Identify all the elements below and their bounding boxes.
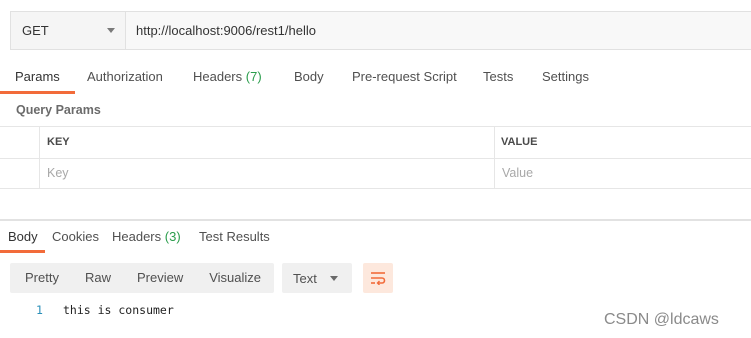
view-pretty-button[interactable]: Pretty [10,263,72,293]
request-tabs: Params Authorization Headers (7) Body Pr… [0,60,751,94]
method-select[interactable]: GET [11,12,126,49]
tab-response-headers-count: (3) [164,229,181,244]
value-input[interactable]: Value [502,158,742,189]
code-line: this is consumer [63,303,174,317]
response-body-editor[interactable]: 1 this is consumer [0,303,400,321]
response-toolbar: Pretty Raw Preview Visualize Text [10,263,394,293]
tab-params[interactable]: Params [0,60,75,94]
view-raw-button[interactable]: Raw [72,263,124,293]
method-label: GET [22,23,49,38]
table-header-row: KEY VALUE [0,127,751,159]
column-divider [494,127,495,158]
view-mode-group: Pretty Raw Preview Visualize [10,263,275,293]
tab-headers-label: Headers [193,69,243,84]
tab-response-body-label: Body [8,229,38,244]
tab-pre-request-script-label: Pre-request Script [352,69,457,84]
tab-settings[interactable]: Settings [542,60,589,94]
view-preview-button[interactable]: Preview [124,263,196,293]
tab-settings-label: Settings [542,69,589,84]
value-column-header: VALUE [501,136,538,148]
tab-response-body[interactable]: Body [0,223,45,253]
wrap-lines-icon [371,272,386,285]
response-tabs: Body Cookies Headers (3) Test Results [0,223,751,253]
tab-cookies[interactable]: Cookies [52,223,99,253]
column-divider [39,158,40,189]
chevron-down-icon [107,28,115,33]
table-row: Key Value [0,158,751,189]
query-params-title: Query Params [16,103,101,117]
column-divider [39,127,40,158]
tab-headers[interactable]: Headers (7) [193,60,262,94]
tab-body-label: Body [294,69,324,84]
tab-pre-request-script[interactable]: Pre-request Script [352,60,457,94]
column-divider [494,158,495,189]
language-label: Text [293,270,317,286]
tab-cookies-label: Cookies [52,229,99,244]
language-select[interactable]: Text [282,263,353,293]
query-params-table: KEY VALUE Key Value [0,126,751,189]
tab-headers-count: (7) [245,69,262,84]
tab-response-headers[interactable]: Headers (3) [112,223,181,253]
pane-divider[interactable] [0,219,751,221]
wrap-lines-button[interactable] [363,263,394,293]
tab-test-results[interactable]: Test Results [199,223,270,253]
tab-body[interactable]: Body [294,60,324,94]
postman-window: GET http://localhost:9006/rest1/hello Pa… [0,0,751,338]
tab-test-results-label: Test Results [199,229,270,244]
url-text: http://localhost:9006/rest1/hello [136,23,316,38]
url-input[interactable]: http://localhost:9006/rest1/hello [126,12,751,49]
request-url-bar: GET http://localhost:9006/rest1/hello [10,11,751,50]
chevron-down-icon [330,275,339,281]
watermark: CSDN @ldcaws [604,311,719,328]
tab-authorization[interactable]: Authorization [87,60,163,94]
tab-authorization-label: Authorization [87,69,163,84]
line-number: 1 [36,303,43,317]
tab-response-headers-label: Headers [112,229,162,244]
tab-tests-label: Tests [483,69,514,84]
view-visualize-button[interactable]: Visualize [196,263,274,293]
key-input[interactable]: Key [47,158,487,189]
tab-tests[interactable]: Tests [483,60,513,94]
tab-params-label: Params [15,69,60,84]
key-column-header: KEY [47,136,70,148]
